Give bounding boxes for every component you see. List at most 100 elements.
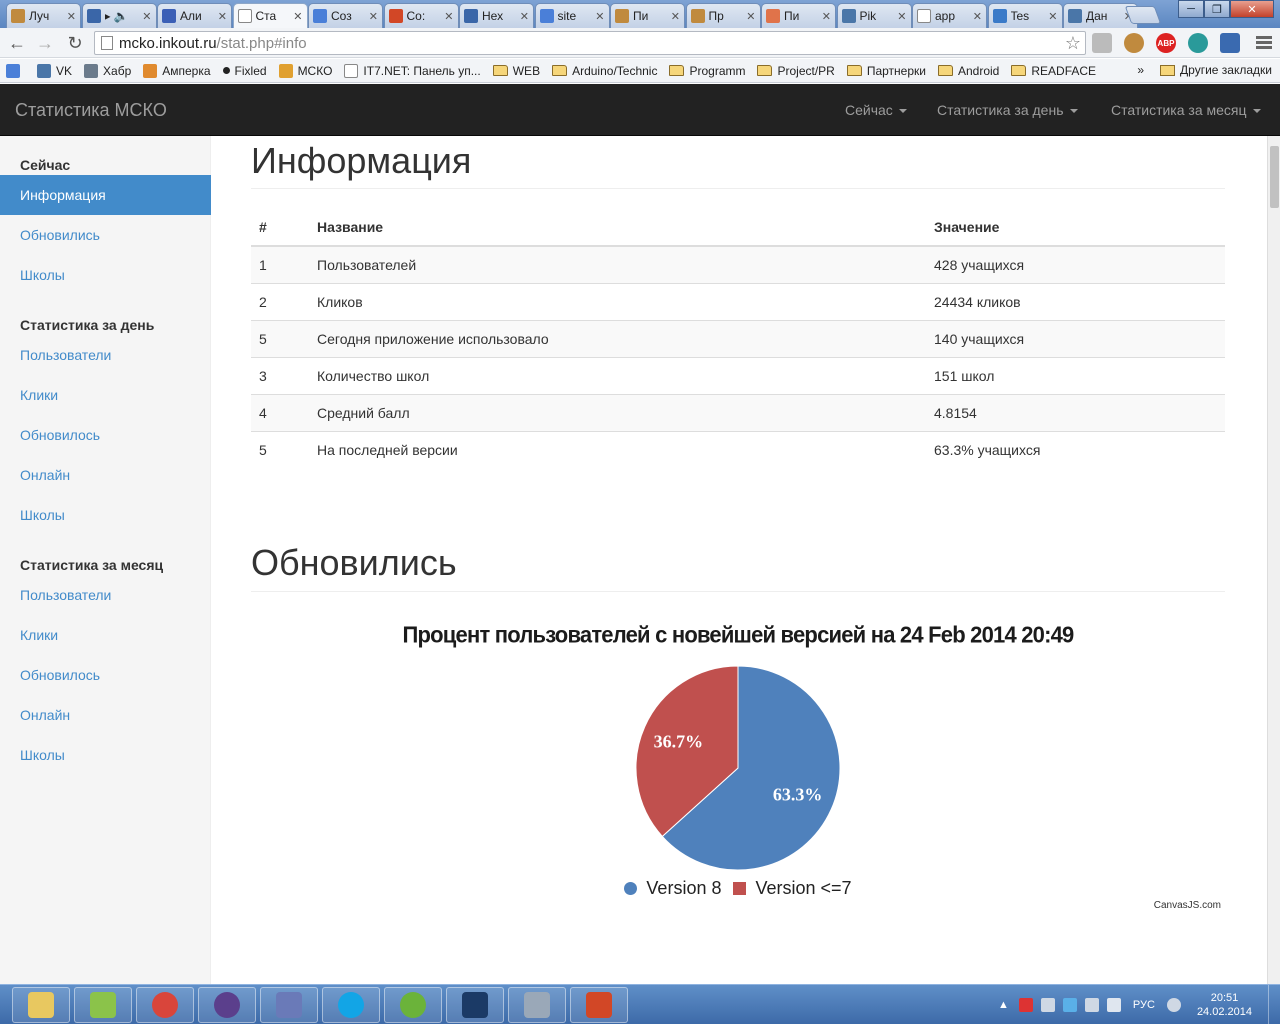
sidebar-item-day-clicks[interactable]: Клики	[0, 375, 211, 415]
browser-tab[interactable]: Со: ✕	[383, 3, 459, 28]
browser-tab[interactable]: Пи ✕	[610, 3, 685, 28]
new-tab-button[interactable]	[1124, 6, 1162, 24]
more-bookmarks-button[interactable]: »	[1137, 63, 1144, 77]
bookmark-folder[interactable]: Arduino/Technic	[552, 64, 657, 78]
close-tab-icon[interactable]: ✕	[973, 10, 982, 23]
sidebar-item-month-online[interactable]: Онлайн	[0, 695, 211, 735]
close-tab-icon[interactable]: ✕	[142, 10, 151, 23]
taskbar-app-eclipse[interactable]	[198, 987, 256, 1023]
browser-tab[interactable]: Соз ✕	[308, 3, 383, 28]
sidebar-item-day-updated[interactable]: Обновилось	[0, 415, 211, 455]
bookmark-folder[interactable]: Android	[937, 64, 999, 78]
close-tab-icon[interactable]: ✕	[595, 10, 604, 23]
bookmark-item[interactable]	[6, 63, 25, 78]
legend-item[interactable]: Version 8	[624, 878, 721, 899]
adblock-icon[interactable]: ABP	[1156, 33, 1176, 53]
sidebar-item-day-schools[interactable]: Школы	[0, 495, 211, 535]
close-tab-icon[interactable]: ✕	[671, 10, 680, 23]
sidebar-item-day-users[interactable]: Пользователи	[0, 335, 211, 375]
chrome-menu-icon[interactable]	[1256, 36, 1272, 51]
taskbar-app-skype[interactable]	[322, 987, 380, 1023]
browser-tab[interactable]: Пр ✕	[685, 3, 761, 28]
language-indicator[interactable]: РУС	[1133, 999, 1155, 1011]
maximize-button[interactable]: ❐	[1204, 0, 1230, 18]
bookmark-item[interactable]: Fixled	[222, 64, 267, 78]
clock[interactable]: 20:51 24.02.2014	[1197, 991, 1252, 1019]
browser-tab[interactable]: Луч ✕	[6, 3, 81, 28]
nav-now[interactable]: Сейчас	[845, 102, 907, 118]
close-tab-icon[interactable]: ✕	[67, 10, 76, 23]
taskbar-app-powerpoint[interactable]	[570, 987, 628, 1023]
chart-credit[interactable]: CanvasJS.com	[1154, 900, 1221, 911]
taskbar-app-explorer[interactable]	[12, 987, 70, 1023]
browser-tab[interactable]: Нех ✕	[459, 3, 534, 28]
close-tab-icon[interactable]: ✕	[897, 10, 906, 23]
browser-tab[interactable]: Pik ✕	[836, 3, 912, 28]
no-entry-tray-icon[interactable]	[1018, 998, 1033, 1012]
hedgehog-extension-icon[interactable]	[1124, 33, 1144, 53]
taskbar-app-brackets[interactable]	[384, 987, 442, 1023]
sidebar-item-schools[interactable]: Школы	[0, 255, 211, 295]
bookmark-item[interactable]: МСКО	[278, 63, 332, 78]
taskbar-app-notepad++[interactable]	[74, 987, 132, 1023]
brand-title[interactable]: Статистика МСКО	[15, 100, 167, 121]
sidebar-item-month-clicks[interactable]: Клики	[0, 615, 211, 655]
dropbox-tray-icon[interactable]	[1062, 998, 1077, 1012]
bookmark-folder[interactable]: WEB	[492, 64, 540, 78]
close-tab-icon[interactable]: ✕	[746, 10, 755, 23]
nav-day-stats[interactable]: Статистика за день	[937, 102, 1078, 118]
browser-tab[interactable]: Али ✕	[157, 3, 232, 28]
flag-tray-icon[interactable]	[1084, 998, 1099, 1012]
sidebar-item-month-schools[interactable]: Школы	[0, 735, 211, 775]
rss-extension-icon[interactable]	[1188, 33, 1208, 53]
close-tab-icon[interactable]: ✕	[444, 10, 453, 23]
tray-expand-icon[interactable]: ▲	[998, 999, 1009, 1011]
network-tray-icon[interactable]	[1040, 998, 1055, 1012]
browser-tab[interactable]: Ста ✕	[232, 3, 308, 28]
close-tab-icon[interactable]: ✕	[369, 10, 378, 23]
sidebar-item-updated[interactable]: Обновились	[0, 215, 211, 255]
address-bar[interactable]: mcko.inkout.ru/stat.php#info ☆	[94, 31, 1086, 55]
taskbar-app-chrome[interactable]	[136, 987, 194, 1023]
bookmark-item[interactable]: IT7.NET: Панель уп...	[344, 63, 481, 78]
scrollbar-thumb[interactable]	[1270, 146, 1279, 208]
taskbar-app-photoshop[interactable]	[446, 987, 504, 1023]
close-tab-icon[interactable]: ✕	[1048, 10, 1057, 23]
bookmark-folder[interactable]: Партнерки	[846, 64, 926, 78]
close-tab-icon[interactable]: ✕	[822, 10, 831, 23]
forward-arrow-icon[interactable]: →	[34, 32, 56, 54]
bookmark-item[interactable]: Амперка	[143, 63, 211, 78]
bookmark-folder[interactable]: Project/PR	[757, 64, 835, 78]
bookmark-item[interactable]: VK	[37, 63, 72, 78]
back-arrow-icon[interactable]: ←	[6, 32, 28, 54]
sidebar-item-month-updated[interactable]: Обновилось	[0, 655, 211, 695]
legend-item[interactable]: Version <=7	[733, 878, 852, 899]
bookmark-folder[interactable]: READFACE	[1011, 64, 1096, 78]
browser-tab[interactable]: ▸ 🔈 ✕	[81, 3, 157, 28]
network-wired-icon[interactable]	[1166, 998, 1181, 1012]
browser-tab[interactable]: Tes ✕	[987, 3, 1063, 28]
reload-icon[interactable]: ↻	[64, 32, 86, 54]
bookmark-star-icon[interactable]: ☆	[1065, 33, 1081, 54]
browser-tab[interactable]: Пи ✕	[761, 3, 836, 28]
vertical-scrollbar[interactable]	[1267, 136, 1280, 984]
volume-tray-icon[interactable]	[1106, 998, 1121, 1012]
bookmark-folder[interactable]: Programm	[669, 64, 745, 78]
extension-icon[interactable]	[1092, 33, 1112, 53]
taskbar-app-php[interactable]	[260, 987, 318, 1023]
nav-month-stats[interactable]: Статистика за месяц	[1111, 102, 1261, 118]
sidebar-item-month-users[interactable]: Пользователи	[0, 575, 211, 615]
show-desktop-button[interactable]	[1268, 985, 1280, 1024]
eye-extension-icon[interactable]	[1220, 33, 1240, 53]
close-window-button[interactable]: ✕	[1230, 0, 1274, 18]
bookmark-item[interactable]: Хабр	[84, 63, 131, 78]
browser-tab[interactable]: app ✕	[912, 3, 987, 28]
close-tab-icon[interactable]: ✕	[520, 10, 529, 23]
browser-tab[interactable]: site ✕	[534, 3, 610, 28]
sidebar-item-day-online[interactable]: Онлайн	[0, 455, 211, 495]
other-bookmarks[interactable]: Другие закладки	[1160, 63, 1272, 77]
taskbar-app-calculator[interactable]	[508, 987, 566, 1023]
close-tab-icon[interactable]: ✕	[218, 10, 227, 23]
close-tab-icon[interactable]: ✕	[293, 10, 302, 23]
minimize-button[interactable]: ─	[1178, 0, 1204, 18]
